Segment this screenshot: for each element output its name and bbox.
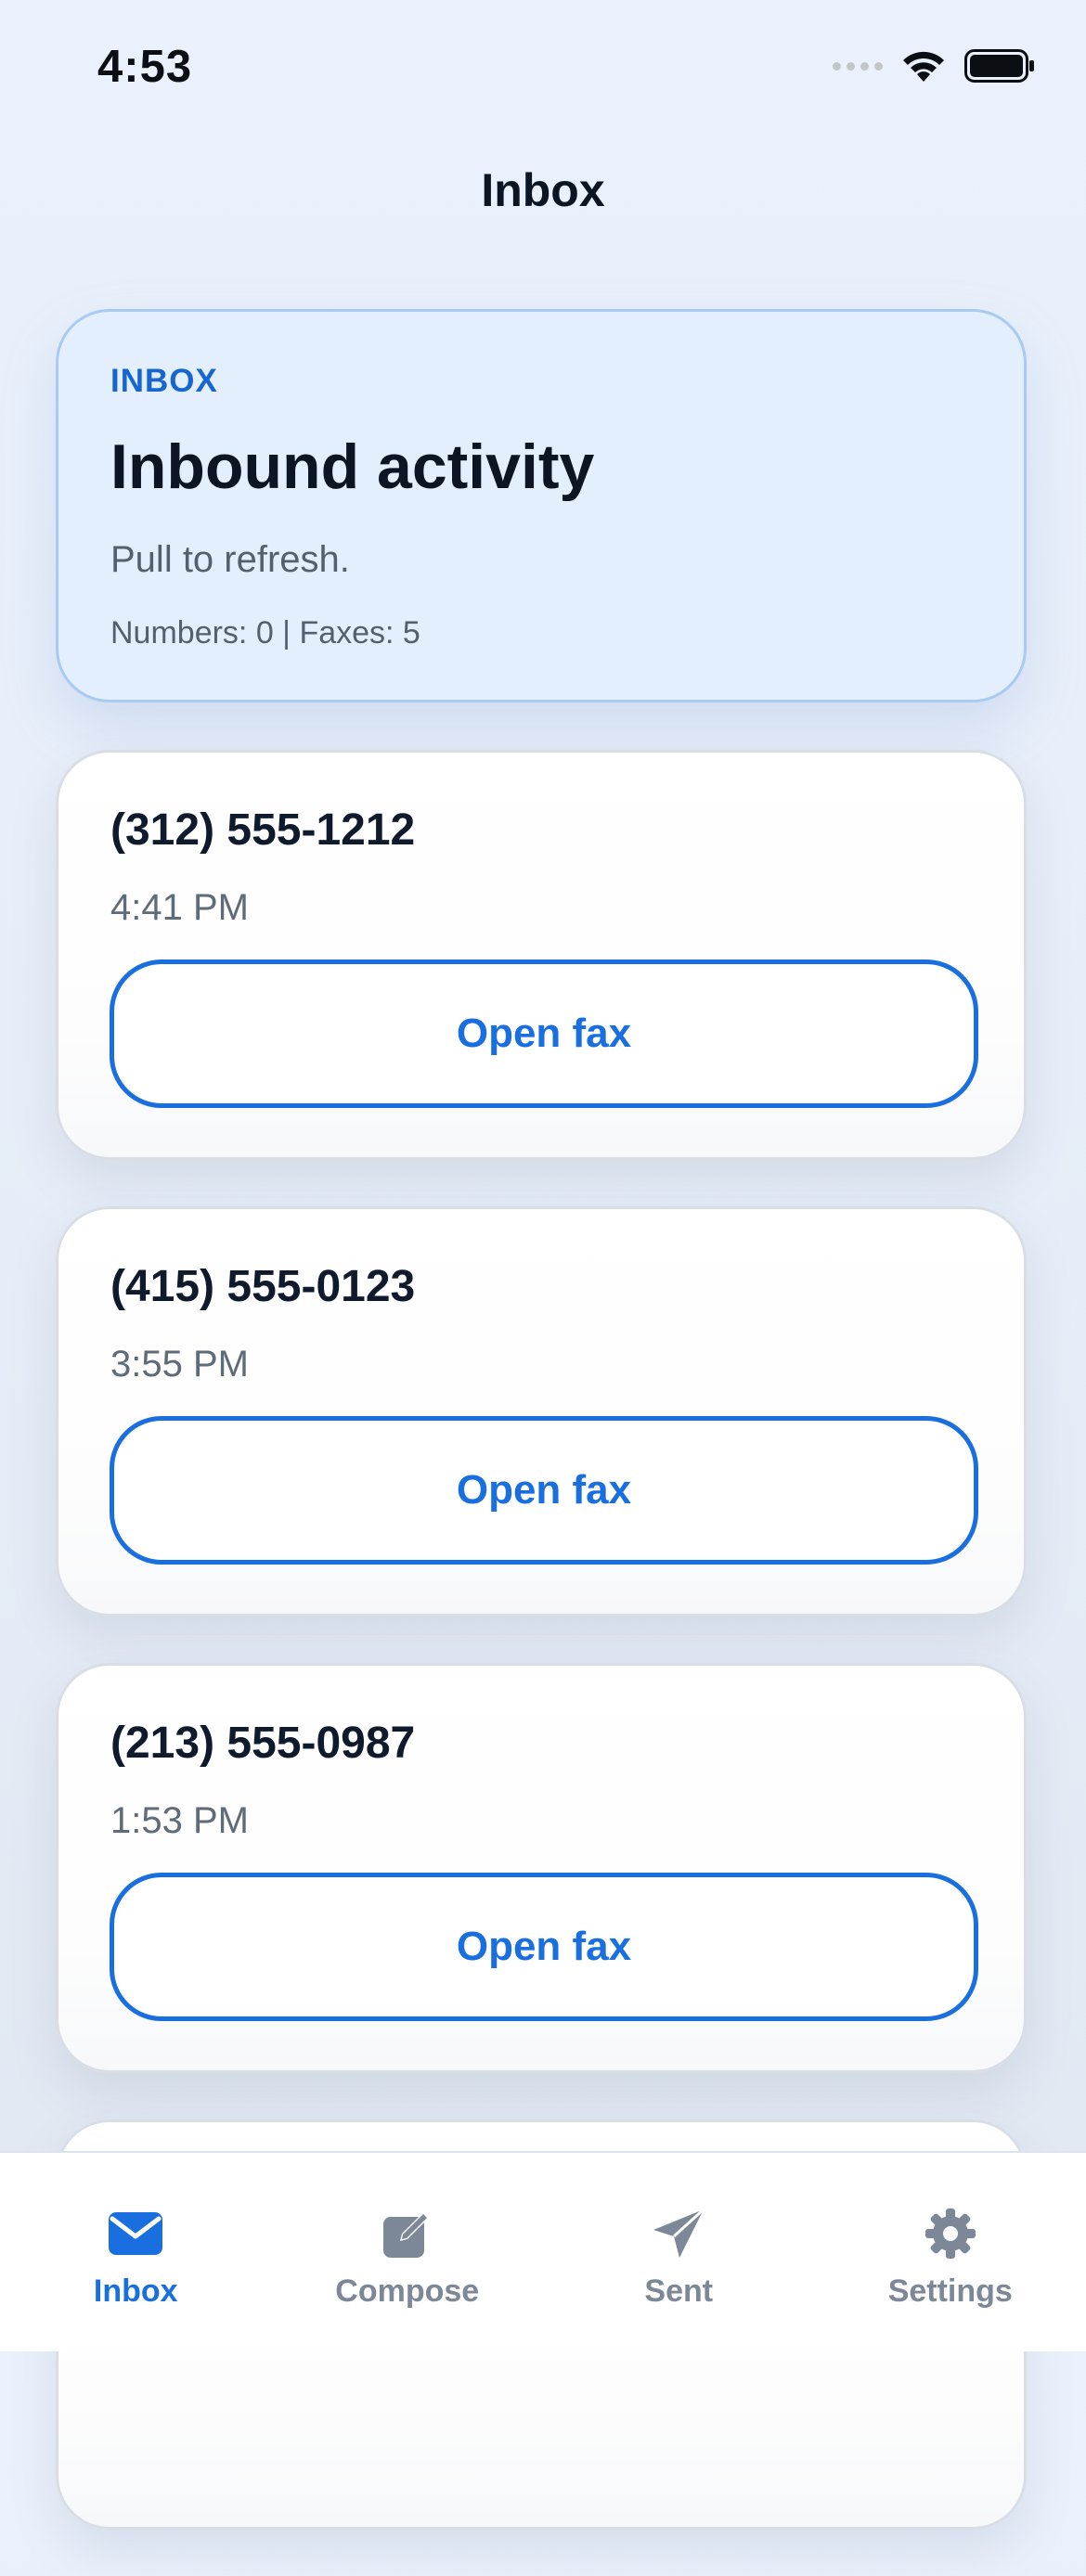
fax-received-time: 1:53 PM: [110, 1800, 249, 1842]
paper-plane-icon: [650, 2205, 707, 2262]
status-bar: 4:53: [0, 0, 1086, 139]
fax-received-time: 4:41 PM: [110, 887, 249, 929]
battery-icon: [964, 49, 1035, 83]
fax-card: (312) 555-1212 4:41 PM Open fax: [56, 750, 1027, 1160]
tab-inbox[interactable]: Inbox: [0, 2153, 272, 2351]
fax-sender-number: (312) 555-1212: [110, 805, 415, 856]
tab-label: Sent: [644, 2273, 713, 2310]
status-indicators: [833, 48, 1035, 84]
tab-compose[interactable]: Compose: [272, 2153, 544, 2351]
summary-subtitle: Pull to refresh.: [110, 539, 350, 581]
fax-sender-number: (213) 555-0987: [110, 1718, 415, 1769]
tab-bar: Inbox Compose Sent: [0, 2151, 1086, 2351]
gear-icon: [922, 2205, 979, 2262]
cellular-signal-icon: [833, 62, 883, 71]
tab-label: Settings: [888, 2273, 1013, 2310]
open-fax-button[interactable]: Open fax: [110, 1873, 978, 2021]
fax-received-time: 3:55 PM: [110, 1344, 249, 1385]
open-fax-button[interactable]: Open fax: [110, 1416, 978, 1565]
summary-stats: Numbers: 0 | Faxes: 5: [110, 615, 420, 651]
tab-label: Inbox: [94, 2273, 178, 2310]
status-time: 4:53: [97, 41, 192, 93]
summary-kicker: INBOX: [110, 363, 218, 400]
tab-settings[interactable]: Settings: [815, 2153, 1086, 2351]
inbox-summary-card: INBOX Inbound activity Pull to refresh. …: [56, 309, 1027, 702]
envelope-icon: [107, 2205, 164, 2262]
summary-title: Inbound activity: [110, 431, 594, 503]
tab-sent[interactable]: Sent: [543, 2153, 815, 2351]
tab-label: Compose: [335, 2273, 479, 2310]
compose-icon: [379, 2205, 436, 2262]
fax-sender-number: (415) 555-0123: [110, 1261, 415, 1312]
fax-card: (415) 555-0123 3:55 PM Open fax: [56, 1206, 1027, 1616]
wifi-icon: [899, 48, 948, 84]
open-fax-button[interactable]: Open fax: [110, 960, 978, 1108]
page-title: Inbox: [0, 163, 1086, 217]
fax-card: (213) 555-0987 1:53 PM Open fax: [56, 1663, 1027, 2073]
